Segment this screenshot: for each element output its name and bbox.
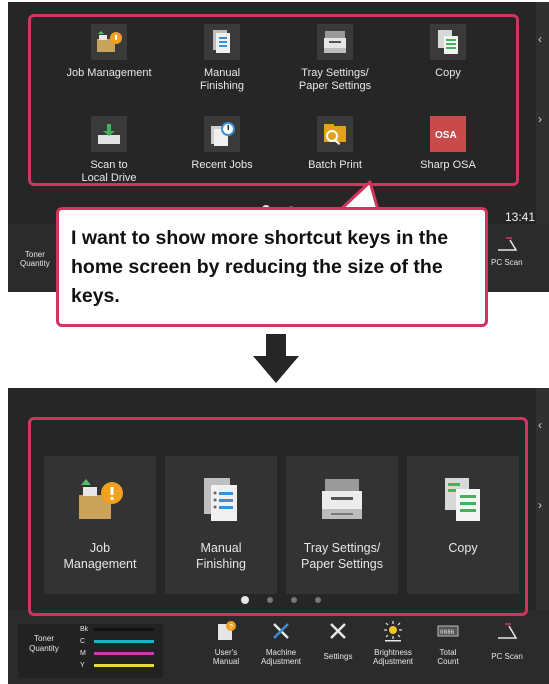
total-count-icon: 0086 [437,625,459,637]
total-count-button[interactable]: 0086 Total Count [428,620,468,666]
toner-bk-label: Bk [80,626,89,633]
chevron-right-icon[interactable]: › [538,112,542,126]
machine-adjustment-icon [273,623,289,639]
svg-text:0086: 0086 [440,629,455,636]
toner-c-bar [94,640,154,643]
chevron-right-icon[interactable]: › [538,498,542,512]
toner-y-bar [94,664,154,667]
settings-icon [330,623,346,639]
toner-quantity-label: Toner Quantity [20,250,50,268]
pc-scan-icon [498,623,518,639]
users-manual-label: User's Manual [212,648,240,666]
toner-row-bk: Bk [80,626,154,633]
toner-m-label: M [80,650,86,657]
brightness-adjustment-button[interactable]: Brightness Adjustment [366,620,420,666]
down-arrow-icon [253,334,299,383]
pc-scan-button[interactable]: PC Scan [485,620,529,661]
chevron-left-icon[interactable]: ‹ [538,32,542,46]
side-scroll-strip[interactable]: ‹ › [536,2,549,224]
toner-row-c: C [80,638,154,645]
machine-adjustment-label: Machine Adjustment [260,648,302,666]
highlight-frame-top [28,14,519,186]
users-manual-button[interactable]: ? User's Manual [204,620,248,666]
toner-y-label: Y [80,662,85,669]
toner-m-bar [94,652,154,655]
highlight-frame-bottom [28,417,528,616]
machine-adjustment-button[interactable]: Machine Adjustment [256,620,306,666]
chevron-left-icon[interactable]: ‹ [538,418,542,432]
settings-label: Settings [323,652,353,661]
users-manual-icon: ? [218,621,236,640]
toner-c-label: C [80,638,86,645]
toner-quantity-panel[interactable]: Toner Quantity Bk C M Y [18,624,163,678]
callout-box: I want to show more shortcut keys in the… [56,207,488,327]
clock: 13:41 [505,210,536,224]
pc-scan-label: PC Scan [491,652,523,661]
bottom-device-panel: Job Management Manual Finishing Tray Set… [8,388,549,684]
total-count-label: Total Count [437,648,459,666]
side-scroll-strip[interactable]: ‹ › [536,388,549,610]
toner-bk-bar [94,628,154,631]
pc-scan-icon [497,237,518,251]
toner-quantity-label: Toner Quantity [29,634,59,653]
brightness-adjustment-label: Brightness Adjustment [372,648,414,666]
callout-text: I want to show more shortcut keys in the… [71,227,449,307]
toner-row-m: M [80,650,154,657]
pc-scan-label: PC Scan [491,258,523,267]
taskbar: Toner Quantity Bk C M Y ? User's Manual … [8,610,549,684]
svg-text:?: ? [229,624,233,631]
pc-scan-button[interactable]: PC Scan [491,236,523,267]
toner-row-y: Y [80,662,154,669]
settings-button[interactable]: Settings [316,620,360,661]
brightness-adjustment-icon [384,621,402,642]
